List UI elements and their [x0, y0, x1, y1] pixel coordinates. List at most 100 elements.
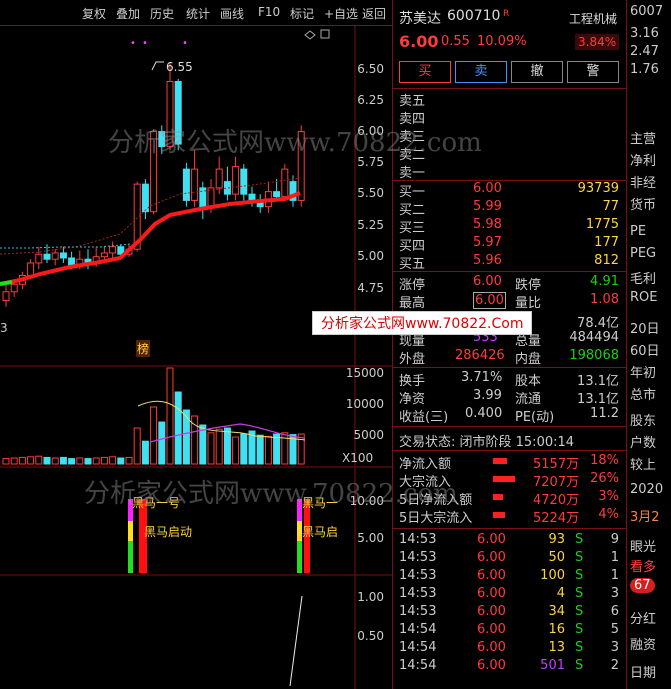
volume-bar [232, 436, 240, 465]
price-axis-tick: 5.50 [357, 186, 384, 200]
volume-bar [223, 427, 231, 465]
add-watchlist-button[interactable]: +自选 [324, 5, 358, 22]
stock-name: 苏美达 [399, 11, 441, 27]
left-edge-label: 3 [0, 321, 8, 335]
volume-bar [182, 409, 190, 465]
buy-level-2[interactable]: 买二 5.99 77 [393, 199, 627, 218]
price-axis-tick: 4.75 [357, 281, 384, 295]
volume-bar [92, 457, 100, 465]
volume-bar [84, 458, 92, 465]
price-axis-tick: 5.25 [357, 218, 384, 232]
sell-level-5[interactable]: 卖五 [393, 90, 627, 109]
side-row: PE [630, 224, 647, 239]
candle-body [68, 257, 76, 266]
tick-row: 14:54 6.00 16 S 5 [399, 622, 619, 637]
stats-button[interactable]: 统计 [186, 5, 210, 22]
bang-marker: 榜 [136, 340, 151, 357]
volume-bar [76, 457, 84, 465]
price-change-pct: 10.09% [477, 34, 527, 49]
volume-bar [2, 458, 10, 465]
r-badge: R [503, 9, 510, 19]
buy-level-5[interactable]: 买五 5.96 812 [393, 253, 627, 272]
volume-bar [297, 433, 305, 465]
side-row: 货币 [630, 198, 657, 213]
candle-body [182, 168, 190, 201]
candle-body [10, 283, 18, 293]
volume-bar [240, 433, 248, 465]
volume-bar [150, 406, 158, 465]
buy-level-1[interactable]: 买一 6.00 93739 [393, 181, 627, 200]
svg-text:•: • [182, 38, 188, 49]
history-button[interactable]: 历史 [150, 5, 174, 22]
side-row: 分红 [630, 612, 657, 627]
volume-bar [256, 434, 264, 465]
volume-unit-label: X100 [342, 451, 374, 465]
buy-level-3[interactable]: 买三 5.98 1775 [393, 217, 627, 236]
mark-button[interactable]: 标记 [290, 5, 314, 22]
volume-axis-tick: 15000 [345, 366, 384, 380]
trade-status: 交易状态: 闭市阶段 15:00:14 [399, 435, 575, 450]
tick-row: 14:54 6.00 501 S 2 [399, 658, 619, 673]
side-row: ROE [630, 290, 658, 305]
alert-button[interactable]: 警 [567, 61, 619, 83]
side-row: 眼光 [630, 540, 657, 555]
side-row: 20日 [630, 322, 660, 337]
watermark-top: 分析家公式网www.70822.com [108, 128, 482, 158]
price-axis-tick: 5.00 [357, 249, 384, 263]
candle-body [109, 246, 117, 254]
sell-button[interactable]: 卖 [455, 61, 507, 83]
f10-button[interactable]: F10 [258, 5, 280, 19]
buy-level-4[interactable]: 买四 5.97 177 [393, 235, 627, 254]
fuquan-button[interactable]: 复权 [82, 5, 106, 22]
volume-bar [141, 440, 149, 465]
candle-body [191, 168, 199, 201]
promo-banner[interactable]: 分析家公式网www.70822.Com [312, 311, 533, 335]
side-row: 毛利 [630, 272, 657, 287]
buy-button[interactable]: 买 [399, 61, 451, 83]
volume-bar [109, 456, 117, 465]
price-change: 0.55 [441, 34, 470, 49]
side-row[interactable]: 看多 [630, 556, 656, 575]
like-count-badge[interactable]: 67 [630, 578, 655, 593]
draw-line-button[interactable]: 画线 [220, 5, 244, 22]
candle-body [100, 252, 108, 258]
side-row: 3月2 [630, 510, 660, 525]
stat-row-limit: 涨停 6.00 跌停 4.91 [399, 274, 619, 293]
volume-bar [174, 391, 182, 465]
tick-row: 14:53 6.00 4 S 3 [399, 586, 619, 601]
candle-body [59, 252, 67, 259]
side-row: 净利 [630, 154, 657, 169]
side-row: 总市 [630, 388, 657, 403]
candle-body [51, 252, 59, 260]
volume-bar [10, 457, 18, 465]
cancel-order-button[interactable]: 撤 [511, 61, 563, 83]
sell-level-1[interactable]: 卖一 [393, 162, 627, 181]
overlay-button[interactable]: 叠加 [116, 5, 140, 22]
candle-body [232, 166, 240, 195]
volume-bar [273, 433, 281, 465]
volume-bar [125, 456, 133, 465]
high-price-label: 6.55 [166, 60, 193, 74]
svg-text:•: • [142, 38, 148, 49]
stat-row-outer-inner: 外盘 286426 内盘 198068 [399, 348, 619, 367]
candle-body [27, 262, 35, 276]
back-button[interactable]: 返回 [362, 5, 386, 22]
volume-bar [133, 427, 141, 465]
fund-row-turnover: 换手 3.71% 股本 13.1亿 [399, 370, 619, 389]
bottom-axis-tick: 1.00 [357, 590, 384, 604]
heima-start-label-right: 黑马启 [302, 525, 339, 539]
stock-code: 600710 [447, 8, 501, 24]
sector-name[interactable]: 工程机械 [569, 10, 617, 27]
price-axis-tick: 6.50 [357, 62, 384, 76]
tick-row: 14:53 6.00 93 S 9 [399, 532, 619, 547]
side-row: 2020 [630, 482, 664, 497]
volume-bar [35, 455, 43, 465]
volume-bar [59, 456, 67, 465]
candle-body [35, 253, 43, 264]
volume-bar [51, 457, 59, 465]
side-row: 1.76 [630, 62, 659, 77]
volume-bar [117, 457, 125, 465]
side-row: 户数 [630, 436, 657, 451]
tick-row: 14:53 6.00 34 S 6 [399, 604, 619, 619]
side-row: 较上 [630, 458, 657, 473]
